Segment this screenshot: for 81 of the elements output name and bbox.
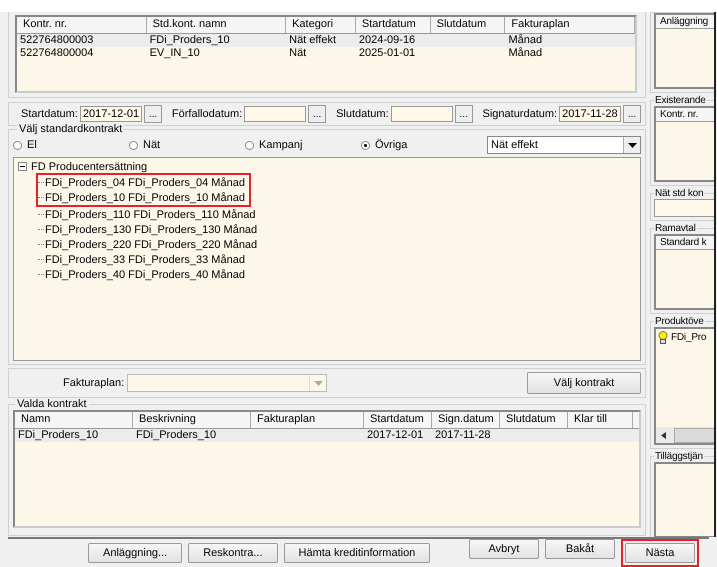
column-header[interactable]: Startdatum	[364, 412, 432, 428]
tree-node[interactable]: FD Producentersättning	[31, 160, 148, 172]
date-field[interactable]: 2017-11-28	[559, 106, 622, 122]
date-field[interactable]	[390, 106, 453, 122]
collapse-icon[interactable]	[18, 162, 27, 171]
group-title: Tilläggstjän	[654, 451, 704, 462]
table-cell: EV_IN_10	[150, 47, 200, 59]
footer-button[interactable]: Hämta kreditinformation	[284, 543, 430, 563]
radio-button[interactable]	[361, 140, 370, 150]
footer-button[interactable]: Reskontra...	[188, 543, 278, 563]
browse-button[interactable]: ...	[308, 105, 326, 123]
browse-button[interactable]: ...	[454, 105, 472, 123]
table-row[interactable]: FDi_Proders_10 FDi_Proders_10 2017-12-01 2017-11-28	[15, 429, 639, 442]
left-arrow-icon[interactable]	[661, 432, 666, 438]
table-cell: 2025-01-01	[358, 47, 416, 59]
column-header[interactable]: Klar till	[568, 412, 633, 428]
radio-button[interactable]	[245, 140, 254, 150]
column-header[interactable]: Kategori	[286, 17, 356, 33]
tree-item[interactable]: FDi_Proders_40 FDi_Proders_40 Månad	[45, 268, 245, 280]
radio-button[interactable]	[129, 140, 138, 150]
radio-label[interactable]: Kampanj	[259, 139, 302, 151]
group-title: Valda kontrakt	[16, 398, 88, 410]
bulb-icon	[658, 331, 668, 344]
footer-button[interactable]: Avbryt	[469, 539, 539, 559]
column-header[interactable]: Anläggning	[656, 15, 714, 29]
column-header[interactable]: Slutdatum	[430, 17, 506, 33]
tree-item[interactable]: FDi_Proders_110 FDi_Proders_110 Månad	[45, 208, 256, 220]
radio-label[interactable]: El	[27, 139, 37, 151]
group-title: Produktöve	[654, 316, 705, 327]
column-header[interactable]: Sign.datum	[432, 412, 500, 428]
browse-button[interactable]: ...	[623, 105, 641, 123]
browse-button[interactable]: ...	[144, 105, 162, 123]
table-cell: 2017-11-28	[435, 429, 490, 441]
radio-label[interactable]: Övriga	[375, 139, 408, 151]
column-header[interactable]: Namn	[15, 412, 133, 428]
footer-button[interactable]: Nästa	[625, 543, 695, 563]
column-header[interactable]: Std.kont. namn	[146, 17, 286, 33]
column-header[interactable]: Standard k	[656, 236, 714, 250]
field-label: Startdatum:	[21, 108, 78, 120]
category-dropdown[interactable]: Nät effekt	[487, 136, 641, 154]
column-header[interactable]: Slutdatum	[500, 412, 568, 428]
date-field[interactable]	[244, 106, 306, 122]
table-cell: Månad	[508, 34, 542, 46]
field-label: Slutdatum:	[336, 108, 389, 120]
footer-button[interactable]: Bakåt	[545, 539, 615, 559]
radio-button[interactable]	[13, 140, 22, 150]
table-cell: Nät effekt	[289, 34, 336, 46]
table-cell: Månad	[508, 47, 542, 59]
column-header[interactable]: Fakturaplan	[251, 412, 364, 428]
group-title: Nät std kon	[654, 188, 704, 199]
table-cell: FDi_Proders_10	[18, 429, 98, 441]
tree-item[interactable]: FDi_Proders_33 FDi_Proders_33 Månad	[45, 254, 245, 266]
field-label: Förfallodatum:	[172, 108, 242, 120]
column-header[interactable]: Beskrivning	[133, 412, 251, 428]
group-title: Välj standardkontrakt	[17, 123, 124, 136]
column-header[interactable]: Fakturaplan	[505, 17, 635, 33]
group-title: Ramavtal	[654, 223, 697, 234]
tree-item[interactable]: FDi_Proders_220 FDi_Proders_220 Månad	[45, 238, 258, 250]
field-label: Signaturdatum:	[482, 108, 558, 120]
table-cell: FDi_Proders_10	[136, 429, 216, 441]
table-cell: FDi_Proders_10	[150, 34, 230, 46]
tree-item[interactable]: FDi_Proders_10 FDi_Proders_10 Månad	[45, 192, 245, 204]
tree-item[interactable]: FDi_Pro	[671, 332, 706, 343]
table-cell: 2017-12-01	[367, 429, 424, 441]
field-label: Fakturaplan:	[63, 377, 124, 389]
footer-button[interactable]: Anläggning...	[88, 543, 182, 563]
column-header[interactable]: Startdatum	[356, 17, 431, 33]
table-row[interactable]: 522764800004 EV_IN_10 Nät 2025-01-01 Månad	[17, 47, 635, 60]
tree-item[interactable]: FDi_Proders_04 FDi_Proders_04 Månad	[45, 176, 245, 188]
table-cell: Nät	[289, 47, 306, 59]
column-header[interactable]: Kontr. nr.	[656, 108, 714, 122]
group-title: Existerande	[654, 95, 707, 106]
tree-item[interactable]: FDi_Proders_130 FDi_Proders_130 Månad	[45, 224, 258, 236]
table-cell: 522764800004	[20, 47, 94, 59]
date-field[interactable]: 2017-12-01	[80, 106, 142, 122]
table-cell: 522764800003	[20, 34, 94, 46]
choose-contract-button[interactable]: Välj kontrakt	[527, 372, 641, 394]
table-cell: 2024-09-16	[358, 34, 416, 46]
column-header[interactable]: Kontr. nr.	[17, 17, 147, 33]
table-row[interactable]: 522764800003 FDi_Proders_10 Nät effekt 2024-09-16 Månad	[17, 34, 635, 47]
radio-label[interactable]: Nät	[143, 139, 160, 151]
